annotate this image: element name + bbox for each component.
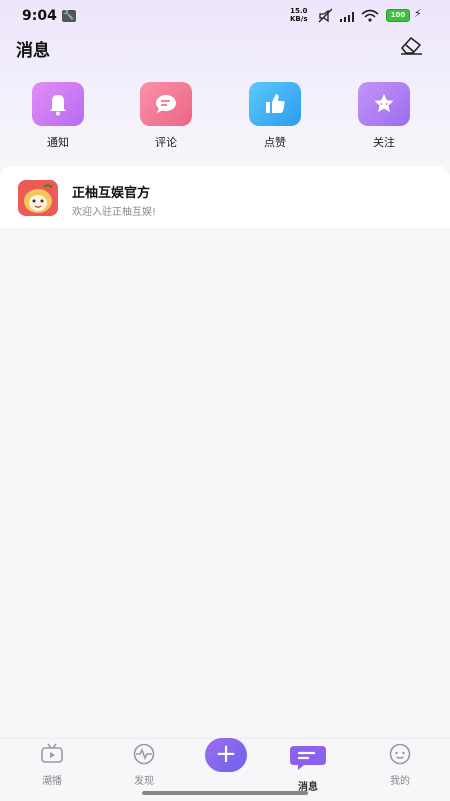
app-logo-icon xyxy=(18,180,58,216)
nav-item-messages[interactable]: 消息 xyxy=(278,743,338,793)
network-speed-value: 15.0 xyxy=(290,7,308,15)
nav-label: 潮播 xyxy=(42,776,62,787)
category-follow[interactable]: 关注 xyxy=(344,82,424,150)
eraser-icon xyxy=(401,37,422,55)
message-title: 正柚互娱官方 xyxy=(72,186,151,201)
status-bar: 9:04 🔧 15.0 KB/s 100 ⚡ xyxy=(0,0,450,32)
bell-icon xyxy=(32,82,84,126)
thumbs-up-icon xyxy=(249,82,301,126)
network-speed: 15.0 KB/s xyxy=(290,7,307,23)
charging-icon: ⚡ xyxy=(414,7,422,20)
comment-icon xyxy=(140,82,192,126)
pulse-icon xyxy=(133,743,155,765)
category-notify[interactable]: 通知 xyxy=(18,82,98,150)
wrench-icon: 🔧 xyxy=(62,10,76,22)
message-preview: 欢迎入驻正柚互娱! xyxy=(72,207,157,218)
category-label: 点赞 xyxy=(264,136,286,149)
nav-item-discover[interactable]: 发现 xyxy=(114,743,174,787)
category-label: 评论 xyxy=(155,136,177,149)
avatar xyxy=(18,180,58,216)
star-icon xyxy=(358,82,410,126)
message-icon xyxy=(290,746,326,770)
create-post-button[interactable]: + xyxy=(205,738,247,772)
category-label: 通知 xyxy=(47,136,69,149)
wifi-icon xyxy=(361,9,379,22)
cellular-signal-icon xyxy=(340,12,354,22)
network-speed-unit: KB/s xyxy=(290,15,308,23)
signal-wifi-icons xyxy=(318,8,379,23)
page-title: 消息 xyxy=(16,41,50,61)
nav-label: 我的 xyxy=(390,776,410,787)
tv-icon xyxy=(41,743,63,763)
nav-item-chaobo[interactable]: 潮播 xyxy=(22,743,82,787)
home-indicator[interactable] xyxy=(142,791,308,795)
clear-messages-button[interactable] xyxy=(398,34,424,56)
category-like[interactable]: 点赞 xyxy=(235,82,315,150)
status-time: 9:04 xyxy=(22,8,57,24)
category-label: 关注 xyxy=(373,136,395,149)
category-comment[interactable]: 评论 xyxy=(126,82,206,150)
battery-icon: 100 xyxy=(386,9,410,22)
nav-label: 发现 xyxy=(134,776,154,787)
nav-item-me[interactable]: 我的 xyxy=(370,743,430,787)
smile-icon xyxy=(389,743,411,765)
list-item[interactable]: 正柚互娱官方 欢迎入驻正柚互娱! xyxy=(0,166,450,228)
mute-icon xyxy=(318,8,333,23)
message-categories: 通知 评论 点赞 关注 xyxy=(0,82,450,154)
